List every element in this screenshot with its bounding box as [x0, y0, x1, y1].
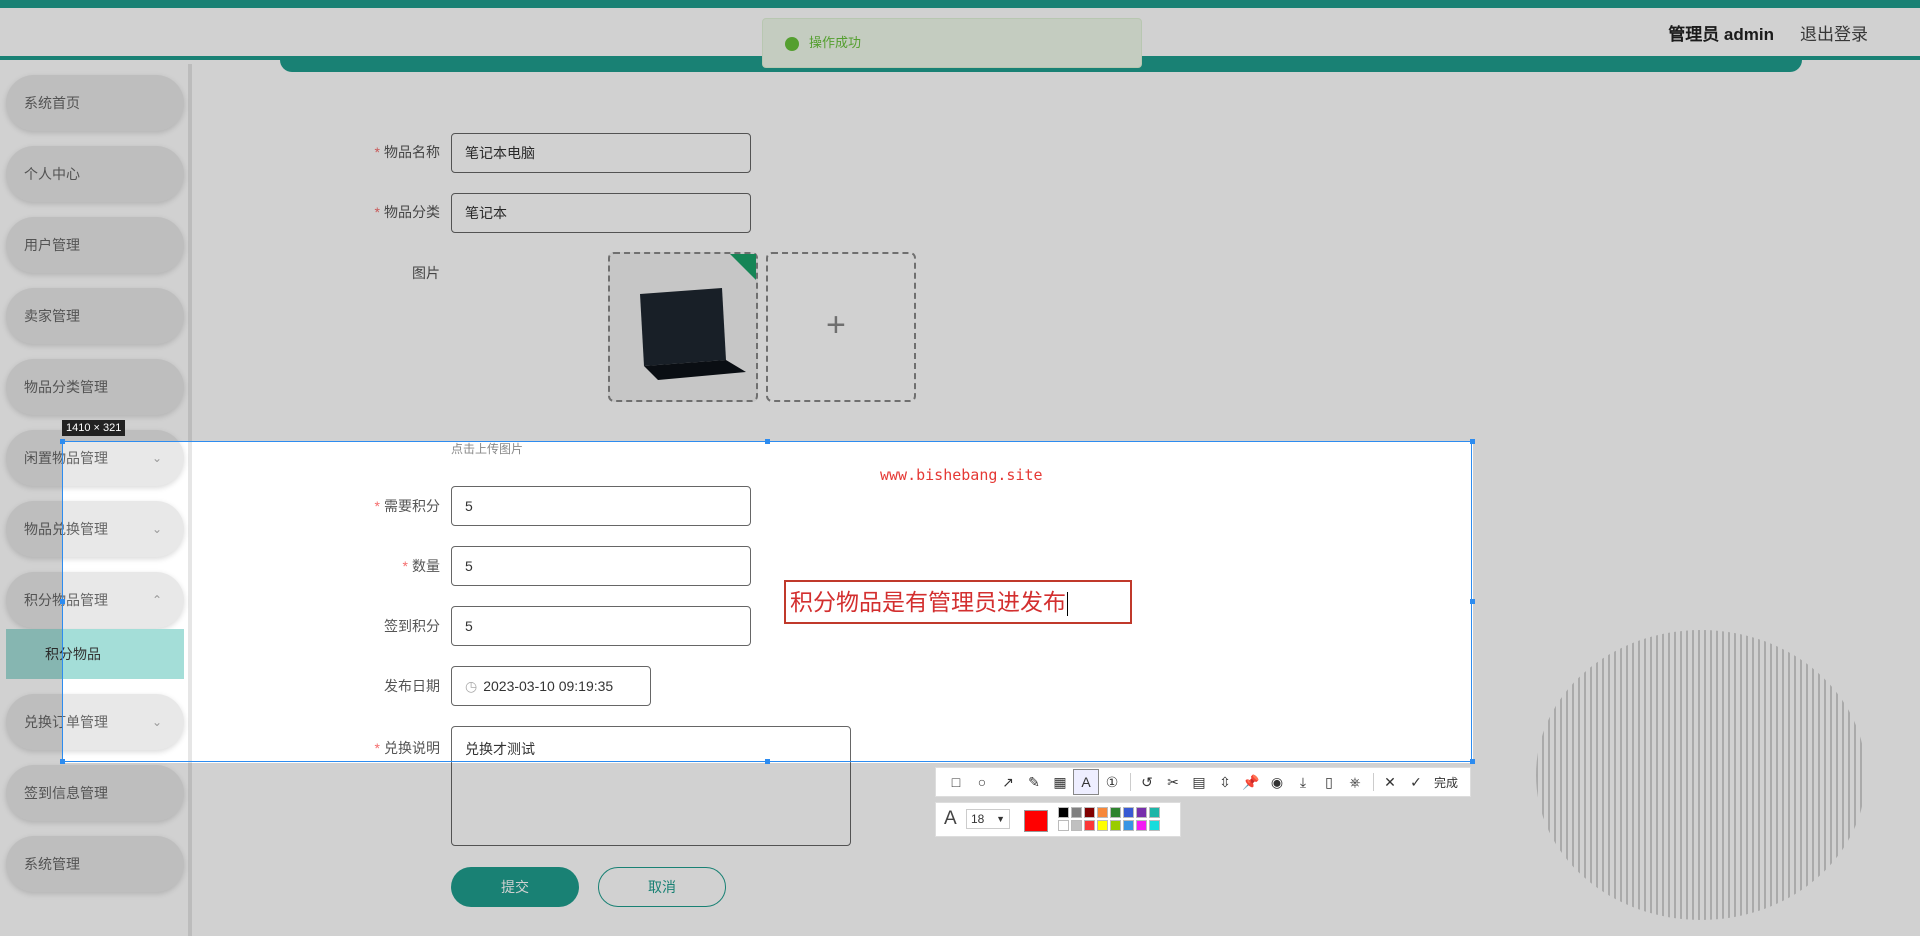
check-icon[interactable]: ✓ — [1404, 770, 1428, 794]
close-icon[interactable]: ✕ — [1378, 770, 1402, 794]
font-size-select[interactable]: 18 ▼ — [966, 809, 1010, 829]
toolbar-divider — [1130, 773, 1131, 791]
capture-size-badge: 1410 × 321 — [62, 420, 126, 436]
color-swatch[interactable] — [1084, 807, 1095, 818]
color-swatch[interactable] — [1071, 820, 1082, 831]
quantity-label-text: 数量 — [412, 558, 440, 574]
color-swatch[interactable] — [1110, 807, 1121, 818]
toolbar-divider — [1373, 773, 1374, 791]
points-label-text: 需要积分 — [384, 498, 440, 514]
resize-handle[interactable] — [1470, 599, 1475, 604]
resize-handle[interactable] — [765, 439, 770, 444]
pin-icon[interactable]: 📌 — [1239, 770, 1263, 794]
color-swatch[interactable] — [1123, 807, 1134, 818]
description-label: * 兑换说明 — [240, 738, 440, 758]
chevron-up-icon: ⌃ — [151, 593, 162, 607]
phone-icon[interactable]: ▯ — [1317, 770, 1341, 794]
color-swatch[interactable] — [1058, 820, 1069, 831]
dim-overlay-right — [1473, 441, 1920, 763]
resize-handle[interactable] — [60, 599, 65, 604]
bookmark-icon[interactable]: ⎈ — [1343, 770, 1367, 794]
color-swatch[interactable] — [1123, 820, 1134, 831]
required-mark: * — [402, 558, 408, 574]
color-swatch[interactable] — [1058, 807, 1069, 818]
dim-overlay-left — [0, 441, 62, 763]
resize-handle[interactable] — [1470, 439, 1475, 444]
quantity-input[interactable]: 5 — [451, 546, 751, 586]
points-label: * 需要积分 — [240, 496, 440, 516]
font-size-value: 18 — [971, 812, 985, 826]
text-style-toolbar: A 18 ▼ — [935, 802, 1181, 837]
description-label-text: 兑换说明 — [384, 740, 440, 756]
mosaic-icon[interactable]: ▦ — [1048, 770, 1072, 794]
watermark-text: www.bishebang.site — [880, 466, 1043, 484]
chevron-down-icon: ⌄ — [151, 715, 162, 729]
ocr-icon[interactable]: ▤ — [1187, 770, 1211, 794]
pen-icon[interactable]: ✎ — [1022, 770, 1046, 794]
annotation-textbox[interactable]: 积分物品是有管理员进发布 — [784, 580, 1132, 624]
color-swatch[interactable] — [1110, 820, 1121, 831]
capture-toolbar: □ ○ ↗ ✎ ▦ A ① ↺ ✂ ▤ ⇳ 📌 ◉ ⤓ ▯ ⎈ ✕ ✓ 完成 — [935, 767, 1471, 797]
annotation-text: 积分物品是有管理员进发布 — [790, 589, 1066, 615]
record-icon[interactable]: ◉ — [1265, 770, 1289, 794]
color-swatch[interactable] — [1097, 820, 1108, 831]
done-button[interactable]: 完成 — [1434, 774, 1458, 791]
signin-points-input[interactable]: 5 — [451, 606, 751, 646]
current-color-swatch[interactable] — [1024, 810, 1048, 832]
ellipse-icon[interactable]: ○ — [970, 770, 994, 794]
publish-date-label: 发布日期 — [384, 678, 440, 694]
quantity-label: * 数量 — [240, 556, 440, 576]
color-swatch[interactable] — [1084, 820, 1095, 831]
rectangle-icon[interactable]: □ — [944, 770, 968, 794]
serial-number-icon[interactable]: ① — [1100, 770, 1124, 794]
resize-handle[interactable] — [1470, 759, 1475, 764]
publish-date-picker[interactable]: ◷ 2023-03-10 09:19:35 — [451, 666, 651, 706]
chevron-down-icon: ▼ — [996, 814, 1005, 824]
publish-date-value: 2023-03-10 09:19:35 — [483, 678, 614, 694]
text-icon[interactable]: A — [1073, 769, 1099, 795]
color-swatch[interactable] — [1136, 820, 1147, 831]
chevron-down-icon: ⌄ — [151, 522, 162, 536]
clock-icon: ◷ — [465, 678, 478, 694]
font-icon: A — [944, 808, 957, 829]
scroll-capture-icon[interactable]: ⇳ — [1213, 770, 1237, 794]
required-mark: * — [374, 498, 380, 514]
undo-icon[interactable]: ↺ — [1135, 770, 1159, 794]
crop-icon[interactable]: ✂ — [1161, 770, 1185, 794]
color-swatch[interactable] — [1097, 807, 1108, 818]
color-swatch[interactable] — [1149, 820, 1160, 831]
required-mark: * — [374, 740, 380, 756]
resize-handle[interactable] — [60, 759, 65, 764]
upload-tip: 点击上传图片 — [451, 442, 524, 456]
signin-points-label: 签到积分 — [384, 618, 440, 634]
points-input[interactable]: 5 — [451, 486, 751, 526]
color-swatch[interactable] — [1136, 807, 1147, 818]
color-swatch[interactable] — [1071, 807, 1082, 818]
download-icon[interactable]: ⤓ — [1291, 770, 1315, 794]
arrow-icon[interactable]: ↗ — [996, 770, 1020, 794]
text-caret — [1067, 591, 1068, 616]
color-swatch[interactable] — [1149, 807, 1160, 818]
resize-handle[interactable] — [765, 759, 770, 764]
dim-overlay-top — [0, 0, 1920, 441]
resize-handle[interactable] — [60, 439, 65, 444]
